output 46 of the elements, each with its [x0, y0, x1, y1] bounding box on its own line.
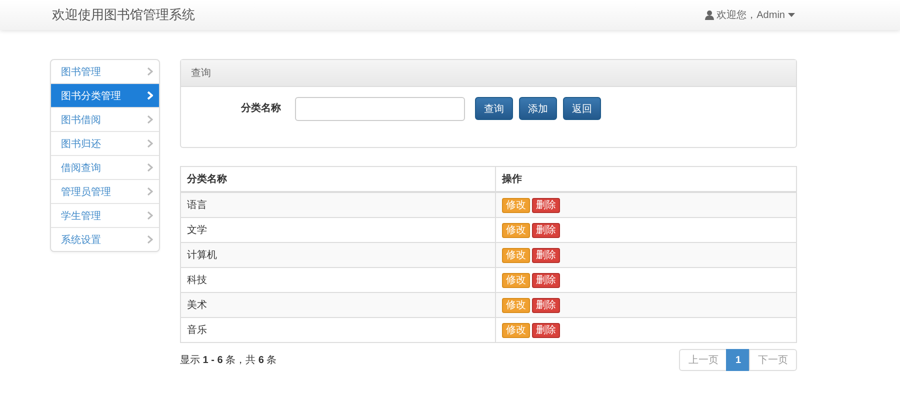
action-button[interactable]: 查询	[475, 97, 513, 120]
chevron-icon	[147, 67, 153, 76]
user-icon	[704, 10, 714, 20]
caret-icon	[788, 13, 795, 17]
edit-button[interactable]: 修改	[502, 272, 530, 288]
action-button[interactable]: 添加	[519, 97, 557, 120]
panel-title: 查询	[181, 60, 796, 87]
delete-button[interactable]: 删除	[532, 272, 560, 288]
sidebar-item[interactable]: 学生管理	[51, 203, 159, 227]
delete-button[interactable]: 删除	[532, 198, 560, 212]
sidebar-item[interactable]: 图书归还	[51, 131, 159, 155]
chevron-icon	[147, 187, 153, 196]
chevron-icon	[147, 163, 153, 172]
action-button[interactable]: 返回	[563, 97, 601, 120]
edit-button[interactable]: 修改	[502, 322, 530, 338]
sidebar-item[interactable]: 图书管理	[51, 60, 159, 83]
edit-button[interactable]: 修改	[502, 248, 530, 262]
sidebar-item[interactable]: 系统设置	[51, 227, 159, 251]
page-link[interactable]: 上一页	[679, 349, 728, 371]
table-cell: 音乐	[180, 318, 496, 342]
page-link[interactable]: 1	[726, 349, 750, 371]
user-menu[interactable]: 欢迎您，Admin	[704, 8, 795, 22]
app-title: 欢迎使用图书馆管理系统	[52, 7, 195, 24]
edit-button[interactable]: 修改	[502, 222, 530, 238]
sidebar-item[interactable]: 图书借阅	[51, 107, 159, 131]
table-cell: 计算机	[180, 242, 496, 268]
sidebar-item[interactable]: 管理员管理	[51, 179, 159, 203]
table-cell: 语言	[180, 192, 496, 218]
table-cell: 美术	[180, 292, 496, 318]
edit-button[interactable]: 修改	[502, 298, 530, 312]
chevron-icon	[147, 139, 153, 148]
chevron-icon	[147, 235, 153, 244]
delete-button[interactable]: 删除	[532, 298, 560, 312]
record-summary: 显示 1 - 6 条，共 6 条	[180, 354, 277, 367]
chevron-icon	[147, 91, 153, 100]
delete-button[interactable]: 删除	[532, 248, 560, 262]
sidebar-item[interactable]: 图书分类管理	[51, 83, 159, 107]
delete-button[interactable]: 删除	[532, 322, 560, 338]
edit-button[interactable]: 修改	[502, 198, 530, 212]
delete-button[interactable]: 删除	[532, 222, 560, 238]
sidebar-item[interactable]: 借阅查询	[51, 155, 159, 179]
input-field[interactable]	[295, 97, 465, 121]
field-label: 分类名称	[240, 102, 281, 115]
page-link[interactable]: 下一页	[749, 349, 797, 371]
chevron-icon	[147, 211, 153, 220]
chevron-icon	[147, 115, 153, 124]
